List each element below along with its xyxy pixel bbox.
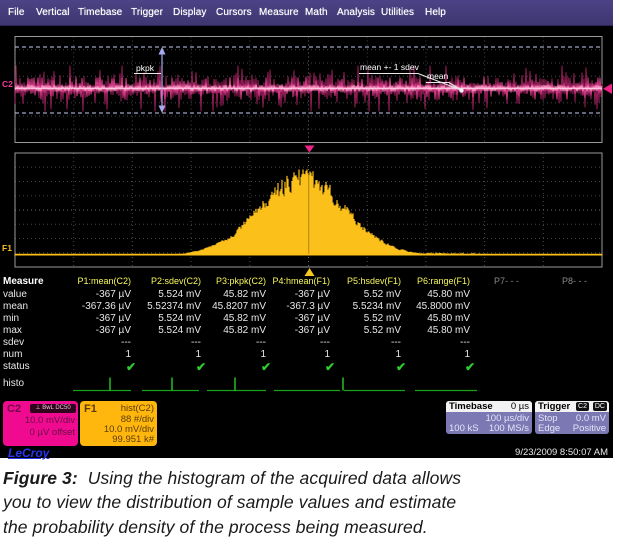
svg-text:mean +- 1 sdev: mean +- 1 sdev <box>360 62 420 72</box>
svg-text:C2: C2 <box>2 79 13 89</box>
svg-text:F1: F1 <box>2 243 12 253</box>
svg-text:mean: mean <box>427 71 449 81</box>
svg-text:pkpk: pkpk <box>136 63 155 73</box>
